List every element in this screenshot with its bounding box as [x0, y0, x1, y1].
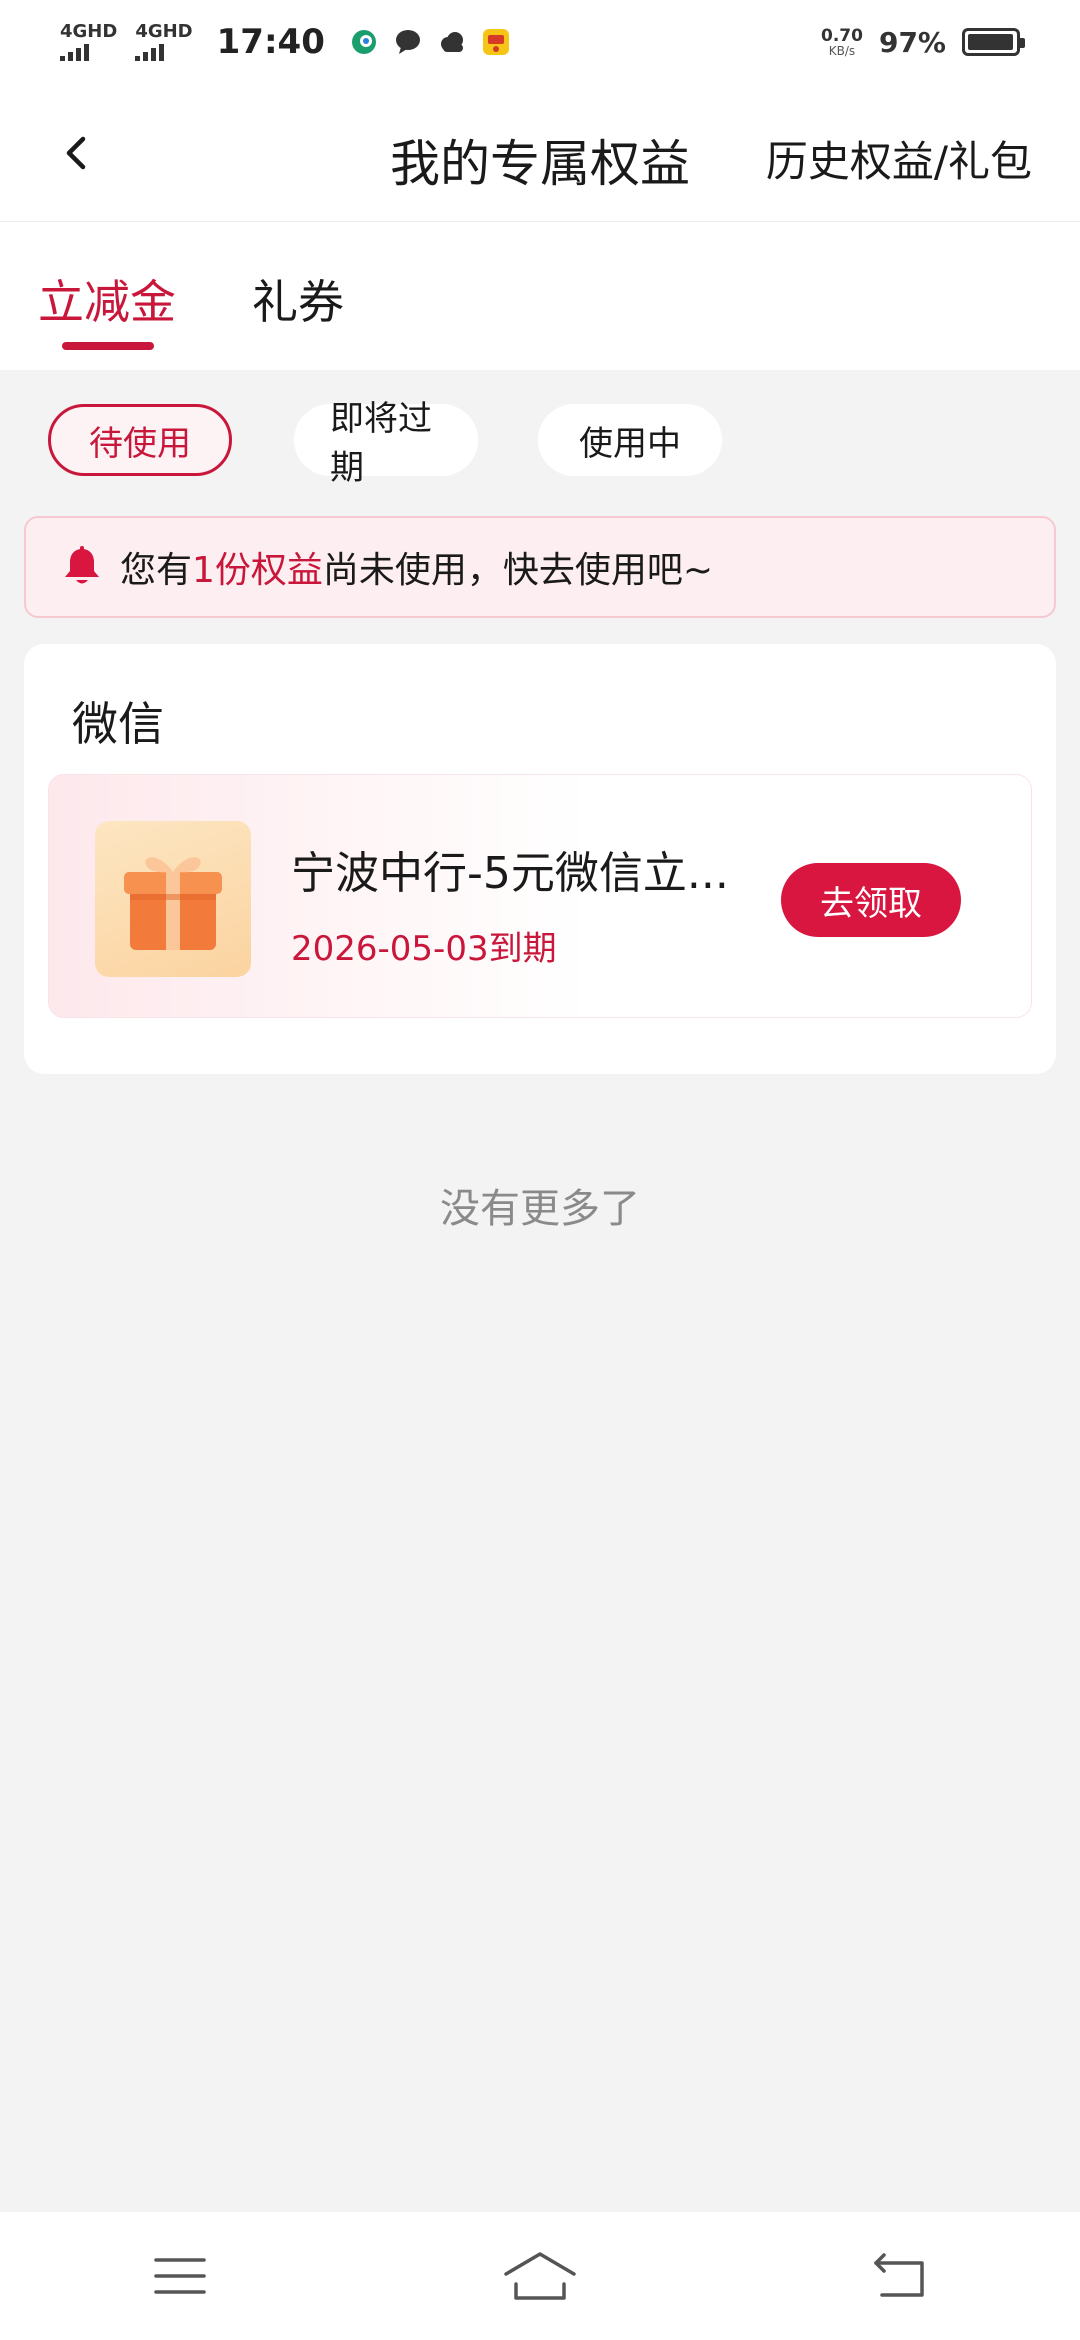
chevron-left-icon [66, 136, 86, 170]
unused-benefit-notice: 您有 1份权益 尚未使用，快去使用吧~ [24, 516, 1056, 618]
filter-in-use[interactable]: 使用中 [538, 404, 722, 476]
clock: 17:40 [216, 22, 325, 62]
end-of-list-text: 没有更多了 [440, 1186, 640, 1232]
network-speed: 0.70 KB/s [821, 25, 863, 58]
return-icon [874, 2253, 924, 2297]
group-title: 微信 [72, 697, 164, 751]
filter-expiring-soon[interactable]: 即将过期 [294, 399, 478, 488]
active-tab-indicator [62, 342, 154, 350]
status-filter-group: 待使用 即将过期 使用中 [0, 399, 1080, 488]
back-button[interactable] [42, 118, 112, 188]
home-button[interactable] [480, 2236, 600, 2316]
home-icon [504, 2252, 576, 2300]
browser-icon [351, 30, 376, 54]
coupon-expiry: 2026-05-03到期 [291, 929, 557, 969]
menu-icon [154, 2258, 206, 2294]
history-benefits-link[interactable]: 历史权益/礼包 [766, 128, 1032, 189]
notice-suffix: 尚未使用，快去使用吧~ [322, 550, 714, 591]
coupon-name: 宁波中行-5元微信立... [291, 848, 729, 899]
status-right: 0.70 KB/s 97% [821, 25, 1025, 59]
cloud-icon [440, 32, 463, 52]
status-left: 4GHD 4GHD 17:40 [60, 22, 511, 62]
bell-icon [65, 546, 99, 584]
speed-value: 0.70 [821, 25, 863, 46]
app-header: 我的专属权益 历史权益/礼包 [0, 84, 1080, 222]
gift-box-icon [95, 821, 251, 977]
tab-bar: 立减金 礼券 [0, 222, 1080, 370]
network-label-1: 4GHD [60, 21, 118, 42]
battery-icon [962, 28, 1025, 56]
claim-button[interactable]: 去领取 [781, 863, 961, 937]
coupon-card[interactable]: 宁波中行-5元微信立... 2026-05-03到期 去领取 [48, 774, 1032, 1018]
signal-bars-icon [135, 43, 165, 61]
app-notification-icon [482, 29, 509, 55]
wechat-benefit-group: 微信 宁波中行-5元微信立... 2026-05-03到期 去领取 [24, 644, 1056, 1074]
notice-prefix: 您有 [120, 550, 193, 591]
battery-percent: 97% [878, 25, 946, 59]
filter-pending-use[interactable]: 待使用 [48, 404, 232, 476]
status-bar: 4GHD 4GHD 17:40 0.70 KB/s 97% [0, 0, 1080, 84]
tab-instant-discount[interactable]: 立减金 [38, 266, 176, 332]
network-label-2: 4GHD [135, 21, 193, 42]
screen: 4GHD 4GHD 17:40 0.70 KB/s 97% 我的专属权益 历史权… [0, 0, 1080, 2340]
menu-button[interactable] [120, 2236, 240, 2316]
tab-gift-voucher[interactable]: 礼券 [252, 266, 344, 332]
signal-bars-icon [60, 43, 89, 61]
chat-bubble-icon [395, 30, 420, 54]
network-indicator-1: 4GHD [60, 23, 117, 61]
back-nav-button[interactable] [840, 2236, 960, 2316]
network-indicator-2: 4GHD [135, 21, 193, 61]
system-nav-bar [0, 2212, 1080, 2340]
notice-highlight: 1份权益 [192, 550, 323, 591]
speed-unit: KB/s [828, 43, 856, 58]
